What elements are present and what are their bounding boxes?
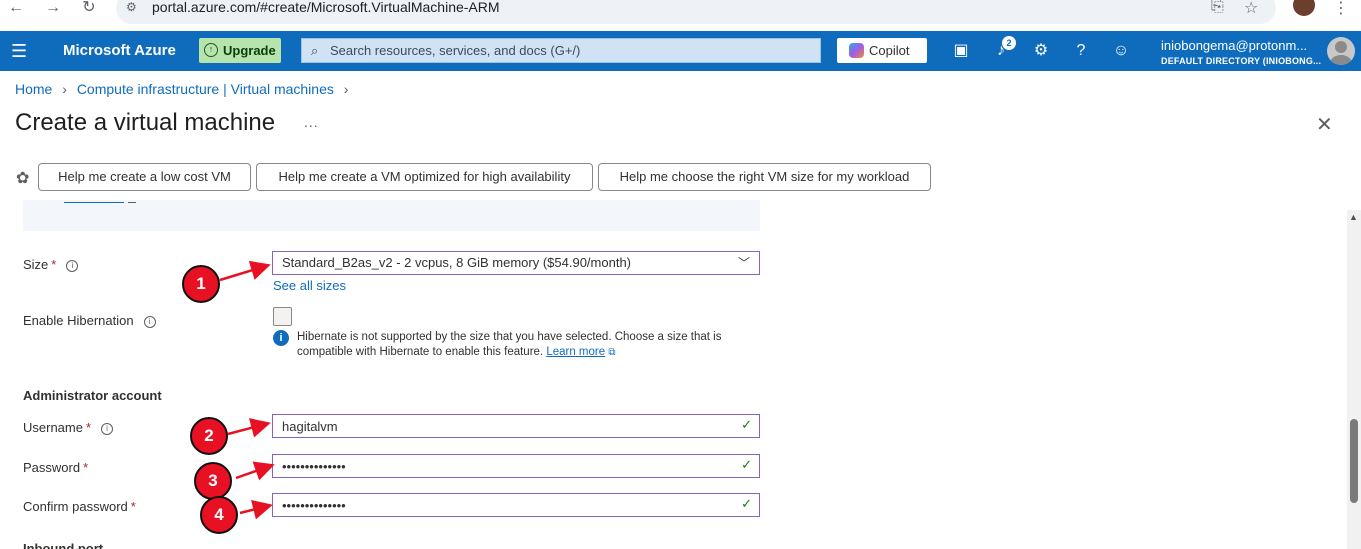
hamburger-menu-icon[interactable]: ☰	[11, 41, 27, 62]
profile-avatar[interactable]	[1293, 0, 1315, 16]
chevron-right-icon: ›	[343, 81, 349, 97]
next-section-heading: Inbound port rules	[23, 541, 104, 549]
page-title: Create a virtual machine	[15, 109, 276, 136]
reload-icon[interactable]: ↻	[79, 0, 99, 18]
help-icon[interactable]: ?	[1071, 42, 1091, 62]
password-field-box: ✓	[272, 454, 760, 478]
info-filled-icon: i	[273, 330, 289, 346]
scrollbar-thumb[interactable]	[1350, 419, 1358, 503]
password-input[interactable]	[282, 455, 722, 477]
learn-more-link[interactable]: Learn more	[546, 346, 605, 358]
confirm-password-input[interactable]	[282, 494, 722, 516]
suggestion-vm-size[interactable]: Help me choose the right VM size for my …	[598, 163, 931, 191]
account-avatar[interactable]	[1327, 37, 1355, 65]
username-label: Username * i	[23, 420, 114, 435]
browser-toolbar: ← → ↻ ⚙ portal.azure.com/#create/Microso…	[0, 0, 1361, 31]
global-search[interactable]: ⌕	[301, 38, 821, 63]
copilot-icon	[849, 43, 864, 58]
back-arrow-icon[interactable]: ←	[6, 0, 26, 18]
admin-section-heading: Administrator account	[23, 388, 162, 403]
password-label: Password *	[23, 460, 89, 475]
checkmark-icon: ✓	[741, 417, 752, 432]
ellipsis-cut	[128, 202, 136, 203]
learn-more-link-cut[interactable]	[64, 202, 124, 203]
annotation-marker-1: 1	[182, 265, 220, 303]
search-input[interactable]	[330, 39, 810, 62]
azure-brand[interactable]: Microsoft Azure	[63, 42, 176, 59]
copilot-suggestions-icon: ✿	[16, 170, 30, 187]
breadcrumb: Home › Compute infrastructure | Virtual …	[15, 81, 354, 97]
close-icon[interactable]: ✕	[1316, 112, 1333, 137]
install-app-icon[interactable]: ⎘	[1211, 0, 1224, 16]
arrow-2	[227, 418, 271, 438]
annotation-marker-3: 3	[194, 462, 232, 500]
size-value: Standard_B2as_v2 - 2 vcpus, 8 GiB memory…	[282, 255, 632, 270]
more-options-button[interactable]: ...	[304, 114, 319, 130]
feedback-icon[interactable]: ☺	[1111, 42, 1131, 62]
account-email[interactable]: iniobongema@protonm...	[1161, 38, 1307, 53]
breadcrumb-home[interactable]: Home	[15, 81, 52, 97]
notification-badge: 2	[1002, 36, 1016, 50]
copilot-button[interactable]: Copilot	[837, 38, 927, 63]
upgrade-button[interactable]: ↑ Upgrade	[199, 38, 281, 63]
checkmark-icon: ✓	[741, 496, 752, 511]
info-icon[interactable]: i	[101, 422, 114, 435]
cloud-shell-icon[interactable]: ▣	[951, 42, 971, 62]
scroll-up-arrow-icon[interactable]: ▲	[1349, 212, 1358, 222]
chevron-right-icon: ›	[62, 81, 67, 97]
username-field-box: ✓	[272, 414, 760, 438]
size-dropdown[interactable]: Standard_B2as_v2 - 2 vcpus, 8 GiB memory…	[272, 251, 760, 275]
url-text[interactable]: portal.azure.com/#create/Microsoft.Virtu…	[152, 0, 500, 15]
bookmark-star-icon[interactable]: ☆	[1244, 0, 1258, 18]
annotation-marker-2: 2	[190, 417, 228, 455]
account-directory[interactable]: DEFAULT DIRECTORY (INIOBONG...	[1161, 56, 1321, 66]
search-icon: ⌕	[311, 43, 319, 58]
info-icon[interactable]: i	[143, 315, 156, 328]
settings-gear-icon[interactable]: ⚙	[1031, 42, 1051, 62]
chevron-down-icon: ﹀	[737, 256, 750, 270]
info-icon[interactable]: i	[66, 259, 79, 272]
azure-top-bar: ☰ Microsoft Azure ↑ Upgrade ⌕ Copilot ▣ …	[0, 31, 1361, 71]
arrow-4	[239, 499, 273, 520]
browser-menu-icon[interactable]: ⋮	[1333, 0, 1349, 18]
forward-arrow-icon[interactable]: →	[43, 0, 63, 18]
external-link-icon: ⧉	[608, 347, 616, 358]
breadcrumb-virtual-machines[interactable]: Compute infrastructure | Virtual machine…	[77, 81, 334, 97]
hibernation-label: Enable Hibernation i	[23, 313, 156, 328]
arrow-3	[235, 461, 275, 481]
annotation-marker-4: 4	[200, 496, 238, 534]
site-settings-icon[interactable]: ⚙	[126, 0, 137, 14]
upgrade-arrow-icon: ↑	[204, 43, 218, 57]
copilot-label: Copilot	[869, 43, 910, 58]
upgrade-label: Upgrade	[223, 43, 276, 58]
checkmark-icon: ✓	[741, 457, 752, 472]
info-banner	[23, 200, 760, 231]
username-input[interactable]	[282, 415, 722, 437]
confirm-password-label: Confirm password *	[23, 499, 136, 514]
suggestion-low-cost-vm[interactable]: Help me create a low cost VM	[38, 163, 251, 191]
size-label: Size * i	[23, 257, 79, 272]
confirm-password-field-box: ✓	[272, 493, 760, 517]
hibernation-checkbox[interactable]	[273, 307, 292, 326]
arrow-1	[219, 260, 271, 282]
suggestion-high-availability[interactable]: Help me create a VM optimized for high a…	[256, 163, 593, 191]
hibernation-hint: Hibernate is not supported by the size t…	[297, 331, 722, 358]
see-all-sizes-link[interactable]: See all sizes	[273, 278, 346, 293]
